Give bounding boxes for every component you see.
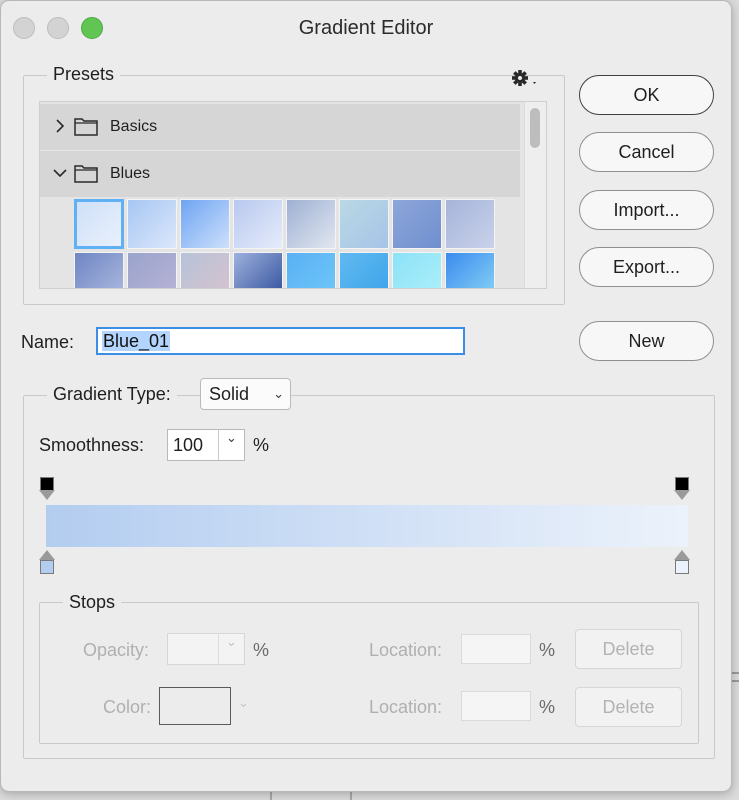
gradient-swatch[interactable] <box>392 252 442 288</box>
opacity-delete-button[interactable]: Delete <box>575 629 682 669</box>
color-delete-button[interactable]: Delete <box>575 687 682 727</box>
stop-arrow-down-icon <box>39 490 55 500</box>
opacity-label: Opacity: <box>83 640 150 660</box>
smoothness-value: 100 <box>173 435 204 455</box>
color-location-field[interactable] <box>461 691 531 721</box>
gradient-swatch[interactable] <box>286 252 336 288</box>
smoothness-percent: % <box>253 435 270 455</box>
folder-row-blues[interactable]: Blues <box>40 151 520 197</box>
chevron-down-icon: ⌄ <box>273 386 284 401</box>
opacity-stop-left[interactable] <box>39 477 57 503</box>
stops-label: Stops <box>63 592 122 613</box>
gradient-editor-dialog: Gradient Editor Presets Basics Blues OK … <box>0 0 732 792</box>
gradient-swatch[interactable] <box>286 199 336 249</box>
gradient-swatch[interactable] <box>180 252 230 288</box>
chevron-down-icon[interactable]: ⌄ <box>238 695 249 711</box>
presets-label: Presets <box>47 64 121 85</box>
stop-arrow-down-icon <box>674 490 690 500</box>
window-title: Gradient Editor <box>298 17 434 39</box>
opacity-combo[interactable]: ⌄ <box>167 633 245 665</box>
stop-color-picker[interactable] <box>159 687 231 725</box>
opacity-location-label: Location: <box>369 640 443 660</box>
folder-row-basics[interactable]: Basics <box>40 104 520 150</box>
gear-icon[interactable] <box>509 65 543 91</box>
gradient-swatch[interactable] <box>445 252 495 288</box>
color-stop-right[interactable] <box>674 549 692 577</box>
gradient-swatch[interactable] <box>392 199 442 249</box>
opacity-percent: % <box>253 640 270 660</box>
gradient-preview-bar[interactable] <box>46 505 688 547</box>
gradient-swatch[interactable] <box>339 252 389 288</box>
export-button[interactable]: Export... <box>579 247 714 287</box>
ok-button[interactable]: OK <box>579 75 714 115</box>
gradient-type-value: Solid <box>209 384 250 404</box>
name-value: Blue_01 <box>102 331 171 351</box>
color-location-label: Location: <box>369 697 443 717</box>
color-label: Color: <box>103 697 152 717</box>
name-input[interactable]: Blue_01 <box>96 327 465 355</box>
folder-open-icon <box>74 165 98 183</box>
folder-icon <box>74 118 98 136</box>
chevron-down-icon[interactable]: ⌄ <box>218 430 244 460</box>
opacity-stop-swatch <box>675 477 689 491</box>
title-bar: Gradient Editor <box>1 1 731 55</box>
color-stop-swatch <box>675 560 689 574</box>
gradient-swatch[interactable] <box>339 199 389 249</box>
gradient-swatch[interactable] <box>74 199 124 249</box>
gradient-swatch[interactable] <box>180 199 230 249</box>
import-button[interactable]: Import... <box>579 190 714 230</box>
chevron-right-icon[interactable] <box>52 118 68 134</box>
chevron-down-icon[interactable]: ⌄ <box>218 634 244 664</box>
gradient-swatch[interactable] <box>445 199 495 249</box>
opacity-stop-swatch <box>40 477 54 491</box>
gradient-swatch[interactable] <box>74 252 124 288</box>
opacity-stop-right[interactable] <box>674 477 692 503</box>
name-label: Name: <box>21 332 75 352</box>
opacity-location-percent: % <box>539 640 556 660</box>
gradient-type-label: Gradient Type: <box>47 384 177 405</box>
gradient-swatch[interactable] <box>127 252 177 288</box>
color-location-percent: % <box>539 697 556 717</box>
presets-list[interactable]: Basics Blues <box>39 101 547 289</box>
folder-label-basics: Basics <box>110 118 158 135</box>
new-button[interactable]: New <box>579 321 714 361</box>
cancel-button[interactable]: Cancel <box>579 132 714 172</box>
smoothness-combo[interactable]: 100 ⌄ <box>167 429 245 461</box>
presets-scrollbar[interactable] <box>524 102 546 288</box>
chevron-down-icon[interactable] <box>52 165 68 181</box>
gradient-swatch[interactable] <box>233 252 283 288</box>
color-stop-swatch <box>40 560 54 574</box>
opacity-location-field[interactable] <box>461 634 531 664</box>
color-stop-left[interactable] <box>39 549 57 577</box>
smoothness-label: Smoothness: <box>39 435 145 455</box>
gradient-type-dropdown[interactable]: Solid ⌄ <box>200 378 291 410</box>
gradient-swatch[interactable] <box>127 199 177 249</box>
gradient-swatch[interactable] <box>233 199 283 249</box>
folder-label-blues: Blues <box>110 165 151 182</box>
scroll-thumb[interactable] <box>530 108 540 148</box>
